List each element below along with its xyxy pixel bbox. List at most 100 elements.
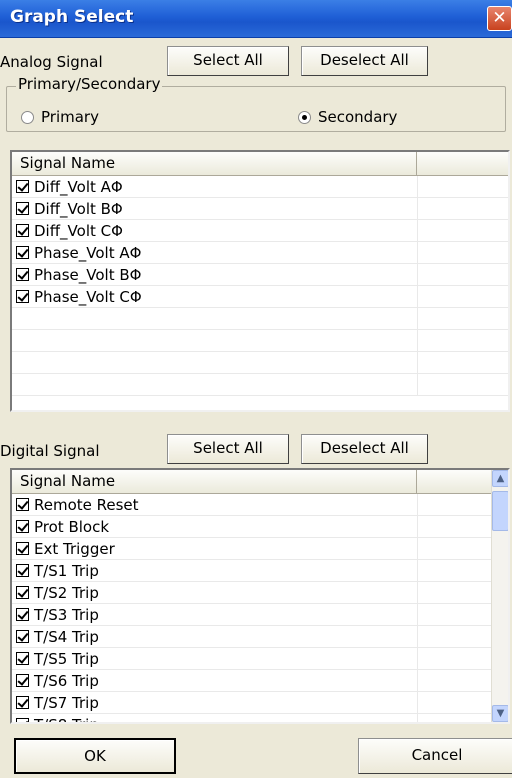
ok-button[interactable]: OK [14, 738, 176, 774]
digital-signal-row-checkbox[interactable] [16, 498, 29, 511]
digital-signal-row-label: Ext Trigger [34, 540, 115, 558]
column-divider [417, 374, 418, 395]
digital-signal-row-checkbox[interactable] [16, 608, 29, 621]
column-divider [417, 352, 418, 373]
column-divider [417, 264, 418, 285]
digital-signal-row[interactable]: Prot Block [12, 516, 491, 538]
column-divider [417, 308, 418, 329]
digital-signal-row[interactable]: T/S6 Trip [12, 670, 491, 692]
analog-signal-row-checkbox[interactable] [16, 224, 29, 237]
column-divider [417, 198, 418, 219]
group-title: Primary/Secondary [16, 75, 163, 93]
analog-signal-row[interactable]: Diff_Volt BΦ [12, 198, 508, 220]
digital-deselect-all-button[interactable]: Deselect All [301, 434, 428, 464]
radio-primary-label: Primary [41, 108, 99, 126]
analog-select-all-button[interactable]: Select All [167, 46, 289, 76]
dialog-body: Analog Signal Select All Deselect All Pr… [0, 38, 512, 778]
analog-list-header[interactable]: Signal Name [12, 152, 508, 176]
digital-rows: Remote Reset Prot Block Ext Trigger T/S1 Tr… [12, 494, 491, 722]
column-divider [417, 582, 418, 603]
analog-deselect-all-button[interactable]: Deselect All [301, 46, 428, 76]
analog-signal-row [12, 352, 508, 374]
digital-signal-row[interactable]: T/S3 Trip [12, 604, 491, 626]
digital-signal-row-label: T/S2 Trip [34, 584, 99, 602]
radio-primary-indicator[interactable] [21, 111, 34, 124]
digital-signal-row-label: T/S4 Trip [34, 628, 99, 646]
analog-signal-row [12, 330, 508, 352]
analog-signal-row[interactable]: Diff_Volt AΦ [12, 176, 508, 198]
digital-signal-row-checkbox[interactable] [16, 718, 29, 722]
digital-signal-row-label: Remote Reset [34, 496, 139, 514]
radio-secondary-label: Secondary [318, 108, 398, 126]
column-divider [417, 604, 418, 625]
analog-signal-row [12, 374, 508, 396]
digital-signal-row-checkbox[interactable] [16, 696, 29, 709]
column-divider [417, 220, 418, 241]
analog-column-signal-name[interactable]: Signal Name [12, 152, 417, 175]
window-title: Graph Select [10, 7, 134, 27]
digital-signal-label: Digital Signal [0, 442, 100, 460]
close-button[interactable]: ✕ [487, 6, 512, 31]
digital-signal-row[interactable]: Remote Reset [12, 494, 491, 516]
digital-signal-row-checkbox[interactable] [16, 674, 29, 687]
digital-signal-row[interactable]: Ext Trigger [12, 538, 491, 560]
column-divider [417, 670, 418, 691]
radio-secondary-indicator[interactable] [298, 111, 311, 124]
digital-signal-row[interactable]: T/S2 Trip [12, 582, 491, 604]
column-divider [417, 286, 418, 307]
analog-signal-row[interactable]: Phase_Volt CΦ [12, 286, 508, 308]
analog-signal-label: Analog Signal [0, 53, 103, 71]
analog-signal-row-label: Diff_Volt BΦ [34, 200, 123, 218]
analog-signal-row-label: Phase_Volt BΦ [34, 266, 142, 284]
analog-rows: Diff_Volt AΦ Diff_Volt BΦ Diff_Volt CΦ Phas… [12, 176, 508, 396]
digital-signal-row-label: T/S8 Trip [34, 715, 99, 722]
digital-list-scrollbar[interactable]: ▲ ▼ [491, 470, 508, 722]
column-divider [417, 626, 418, 647]
digital-signal-row-checkbox[interactable] [16, 586, 29, 599]
digital-signal-row-checkbox[interactable] [16, 520, 29, 533]
digital-signal-list[interactable]: Signal Name Remote Reset Prot Block Ext Tr… [10, 468, 510, 724]
analog-signal-row-label: Diff_Volt AΦ [34, 178, 123, 196]
digital-list-header[interactable]: Signal Name [12, 470, 491, 494]
analog-signal-row-label: Phase_Volt CΦ [34, 288, 142, 306]
chevron-up-icon[interactable]: ▲ [492, 470, 508, 487]
analog-signal-row-label: Diff_Volt CΦ [34, 222, 123, 240]
digital-signal-row[interactable]: T/S1 Trip [12, 560, 491, 582]
analog-signal-row-label: Phase_Volt AΦ [34, 244, 142, 262]
analog-signal-row-checkbox[interactable] [16, 290, 29, 303]
analog-signal-row-checkbox[interactable] [16, 246, 29, 259]
digital-signal-row-checkbox[interactable] [16, 564, 29, 577]
chevron-down-icon[interactable]: ▼ [492, 705, 508, 722]
digital-signal-row-label: T/S1 Trip [34, 562, 99, 580]
column-divider [417, 560, 418, 581]
digital-signal-row-label: Prot Block [34, 518, 110, 536]
analog-signal-row[interactable]: Phase_Volt AΦ [12, 242, 508, 264]
analog-signal-row [12, 308, 508, 330]
digital-signal-row-label: T/S6 Trip [34, 672, 99, 690]
column-divider [417, 494, 418, 515]
close-icon: ✕ [492, 8, 507, 28]
analog-signal-row[interactable]: Diff_Volt CΦ [12, 220, 508, 242]
column-divider [417, 176, 418, 197]
title-bar[interactable]: Graph Select ✕ [0, 0, 512, 38]
analog-signal-list[interactable]: Signal Name Diff_Volt AΦ Diff_Volt BΦ Diff… [10, 150, 510, 412]
scrollbar-thumb[interactable] [492, 491, 508, 531]
digital-signal-row-checkbox[interactable] [16, 630, 29, 643]
analog-signal-row[interactable]: Phase_Volt BΦ [12, 264, 508, 286]
column-divider [417, 648, 418, 669]
analog-signal-row-checkbox[interactable] [16, 202, 29, 215]
cancel-button[interactable]: Cancel [358, 738, 512, 774]
digital-signal-row-checkbox[interactable] [16, 542, 29, 555]
analog-signal-row-checkbox[interactable] [16, 268, 29, 281]
analog-signal-row-checkbox[interactable] [16, 180, 29, 193]
digital-signal-row-label: T/S3 Trip [34, 606, 99, 624]
digital-signal-row-checkbox[interactable] [16, 652, 29, 665]
digital-signal-row[interactable]: T/S4 Trip [12, 626, 491, 648]
digital-select-all-button[interactable]: Select All [167, 434, 289, 464]
column-divider [417, 330, 418, 351]
digital-signal-row[interactable]: T/S8 Trip [12, 714, 491, 722]
digital-signal-row[interactable]: T/S7 Trip [12, 692, 491, 714]
digital-column-signal-name[interactable]: Signal Name [12, 470, 417, 493]
digital-signal-row[interactable]: T/S5 Trip [12, 648, 491, 670]
column-divider [417, 242, 418, 263]
